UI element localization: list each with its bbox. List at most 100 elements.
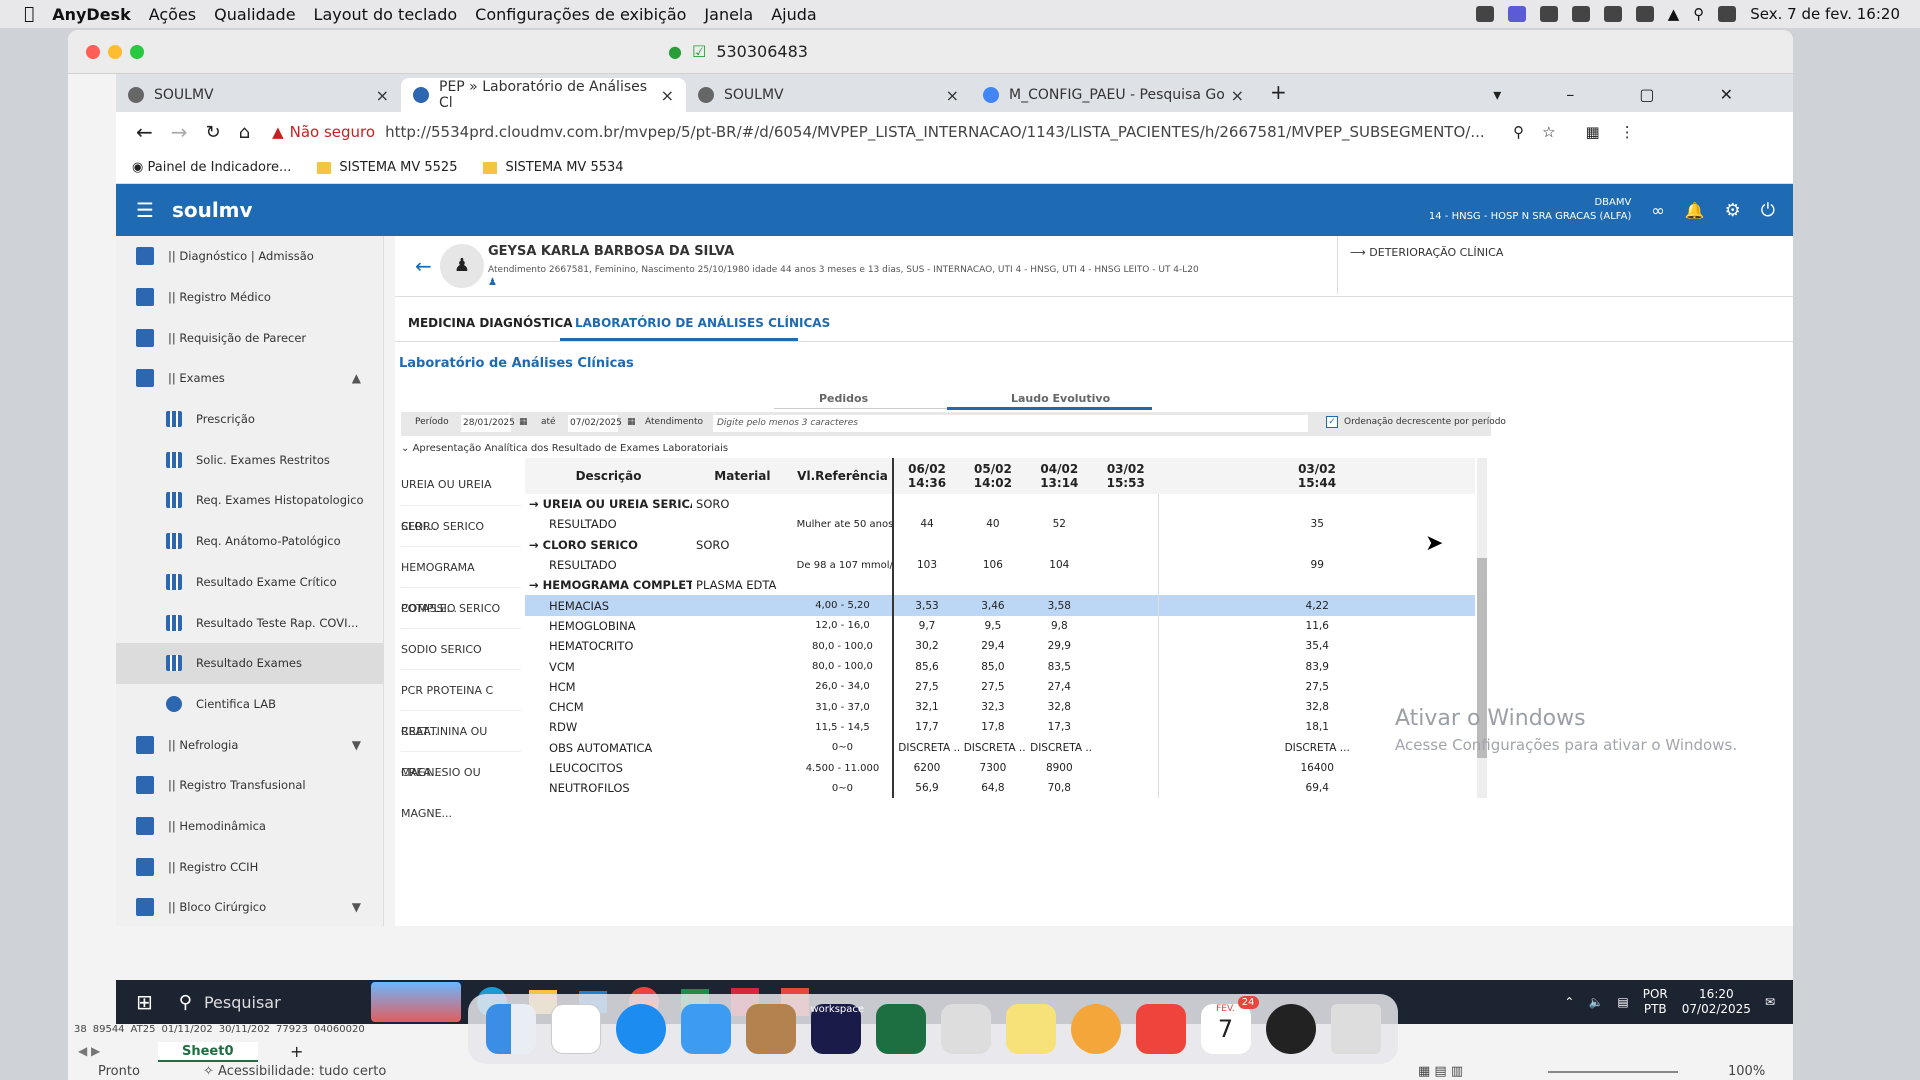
cell-value[interactable]: [1092, 615, 1160, 637]
sidebar-item-covid[interactable]: Resultado Teste Rap. COVI...: [116, 602, 383, 643]
gear-icon[interactable]: ⚙: [1725, 200, 1741, 221]
cell-value[interactable]: 27,5: [960, 677, 1026, 697]
sidebar-item-parecer[interactable]: || Requisição de Parecer: [116, 317, 383, 358]
not-secure-label[interactable]: Não seguro: [290, 123, 375, 141]
menu-app-name[interactable]: AnyDesk: [52, 5, 131, 24]
cell-value[interactable]: 32,8: [1026, 697, 1092, 717]
cell-value[interactable]: 106: [960, 555, 1026, 575]
table-row[interactable]: RDW 11,5 - 14,5 17,7 17,8 17,3 18,1: [525, 717, 1475, 738]
cell-value[interactable]: [1159, 494, 1475, 514]
exam-list-item[interactable]: MAGNESIO OU MAGNE...: [401, 752, 521, 820]
sidebar-item-transfusional[interactable]: || Registro Transfusional: [116, 765, 383, 806]
bell-icon[interactable]: 🔔: [1685, 201, 1705, 220]
taskbar-widget[interactable]: [370, 982, 461, 1022]
cell-value[interactable]: [960, 575, 1026, 595]
exam-list-item[interactable]: HEMOGRAMA COMPLE...: [401, 547, 521, 615]
network-icon[interactable]: ▤: [1617, 995, 1628, 1009]
table-row[interactable]: OBS AUTOMATICA 0~0 DISCRETA ... DISCRETA ..…: [525, 737, 1475, 758]
excel-cell[interactable]: 89544: [93, 1024, 125, 1042]
language-indicator[interactable]: POR PTB: [1643, 987, 1668, 1017]
expand-arrow-icon[interactable]: →: [529, 578, 543, 592]
zoom-icon[interactable]: ⚲: [1513, 123, 1524, 141]
cell-value[interactable]: 4,22: [1159, 595, 1475, 615]
bookmark-painel[interactable]: ◉ Painel de Indicadore...: [132, 160, 291, 175]
zoom-window-icon[interactable]: [130, 44, 144, 59]
atendimento-input[interactable]: Digite pelo menos 3 caracteres: [713, 415, 1308, 432]
cell-value[interactable]: 99: [1159, 555, 1475, 575]
col-material[interactable]: Material: [692, 458, 793, 494]
close-tab-icon[interactable]: ×: [1231, 86, 1244, 105]
cell-value[interactable]: 6200: [892, 757, 960, 779]
user-status-icon[interactable]: [1539, 6, 1558, 22]
date-to-input[interactable]: 07/02/2025: [568, 415, 622, 432]
sidebar-item-nefrologia[interactable]: || Nefrologia ▼: [116, 724, 383, 765]
cell-value[interactable]: 9,8: [1026, 616, 1092, 636]
sheet-nav-icons[interactable]: ◀ ▶: [78, 1044, 100, 1058]
home-icon[interactable]: ⌂: [239, 122, 250, 143]
cell-value[interactable]: 11,6: [1159, 616, 1475, 636]
taskbar-search[interactable]: Pesquisar: [204, 993, 281, 1012]
table-row[interactable]: LEUCOCITOS 4.500 - 11.000 6200 7300 8900 1640…: [525, 757, 1475, 779]
calendar-icon[interactable]: ▦: [627, 417, 636, 427]
add-sheet-icon[interactable]: +: [290, 1042, 303, 1061]
cell-value[interactable]: 32,1: [892, 696, 960, 718]
calendar-icon[interactable]: ▦: [519, 417, 528, 427]
power-icon[interactable]: ⏻: [1761, 200, 1775, 221]
excel-accessibility[interactable]: ✧ Acessibilidade: tudo certo: [203, 1064, 386, 1079]
cell-value[interactable]: [1092, 636, 1160, 657]
cell-value[interactable]: [1092, 696, 1160, 718]
view-mode-icons[interactable]: ▦ ▤ ▥: [1418, 1064, 1463, 1079]
table-group-row[interactable]: → HEMOGRAMA COMPLETO PLASMA EDTA: [525, 575, 1475, 596]
cell-value[interactable]: [1092, 656, 1160, 677]
cell-value[interactable]: 103: [892, 554, 960, 576]
exam-list-item[interactable]: SODIO SERICO: [401, 629, 521, 670]
cell-value[interactable]: [960, 535, 1026, 555]
menu-config-exibicao[interactable]: Configurações de exibição: [475, 5, 686, 24]
cell-value[interactable]: 35,4: [1159, 636, 1475, 656]
table-row[interactable]: HEMOGLOBINA 12,0 - 16,0 9,7 9,5 9,8 11,6: [525, 615, 1475, 637]
hospital-name[interactable]: 14 - HNSG - HOSP N SRA GRACAS (ALFA): [1429, 210, 1631, 224]
cell-value[interactable]: 16400: [1159, 758, 1475, 778]
back-icon[interactable]: ←: [136, 120, 153, 144]
bookmark-mv5525[interactable]: SISTEMA MV 5525: [317, 160, 457, 175]
alert-deterioracao[interactable]: ⟶ DETERIORAÇÃO CLÍNICA: [1350, 246, 1503, 259]
col-date-4[interactable]: 03/02 15:53: [1093, 458, 1159, 494]
cell-value[interactable]: [1092, 575, 1160, 596]
control-center-icon[interactable]: [1718, 6, 1737, 22]
excel-cell[interactable]: 38: [74, 1024, 87, 1042]
expand-arrow-icon[interactable]: →: [529, 538, 543, 552]
table-row[interactable]: VCM 80,0 - 100,0 85,6 85,0 83,5 83,9: [525, 656, 1475, 677]
cell-value[interactable]: 56,9: [892, 778, 960, 798]
battery-icon[interactable]: [1635, 6, 1654, 22]
sidebar-item-prescricao[interactable]: Prescrição: [116, 399, 383, 440]
analytic-toggle[interactable]: ⌄ Apresentação Analítica dos Resultado d…: [401, 443, 728, 454]
anydesk-icon[interactable]: [1135, 1004, 1186, 1054]
contacts-icon[interactable]: [745, 1004, 796, 1054]
screen-share-icon[interactable]: [1507, 6, 1526, 22]
extensions-icon[interactable]: ▦: [1586, 123, 1600, 141]
app-icon[interactable]: [1070, 1004, 1121, 1054]
sidebar-item-resultado-exames[interactable]: Resultado Exames: [116, 642, 383, 684]
exam-list-item[interactable]: CLORO SERICO: [401, 506, 521, 547]
browser-tab-google[interactable]: M_CONFIG_PAEU - Pesquisa Go ×: [971, 78, 1256, 112]
launchpad-icon[interactable]: [550, 1004, 601, 1054]
sidebar-item-hemodinamica[interactable]: || Hemodinâmica: [116, 806, 383, 847]
table-row[interactable]: CHCM 31,0 - 37,0 32,1 32,3 32,8 32,8: [525, 696, 1475, 718]
bookmark-mv5534[interactable]: SISTEMA MV 5534: [483, 160, 624, 175]
cell-value[interactable]: 64,8: [960, 778, 1026, 798]
cell-value[interactable]: [1092, 595, 1160, 616]
cell-value[interactable]: [892, 534, 960, 555]
cell-value[interactable]: [1026, 535, 1092, 555]
sidebar-item-diagnostico[interactable]: || Diagnóstico | Admissão: [116, 236, 383, 277]
cell-value[interactable]: 17,7: [892, 717, 960, 738]
subtab-laudo-evolutivo[interactable]: Laudo Evolutivo: [1011, 392, 1110, 405]
cell-value[interactable]: 27,4: [1026, 677, 1092, 697]
menu-acoes[interactable]: Ações: [149, 5, 196, 24]
sheet-tab[interactable]: Sheet0: [158, 1042, 258, 1062]
cell-value[interactable]: 3,58: [1026, 595, 1092, 615]
search-icon[interactable]: ⚲: [1693, 5, 1704, 23]
exam-list-item[interactable]: POTASSIO SERICO: [401, 588, 521, 629]
cell-value[interactable]: [1092, 534, 1160, 555]
sidebar-item-exame-critico[interactable]: Resultado Exame Crítico: [116, 562, 383, 603]
windows-start-icon[interactable]: ⊞: [136, 990, 153, 1014]
